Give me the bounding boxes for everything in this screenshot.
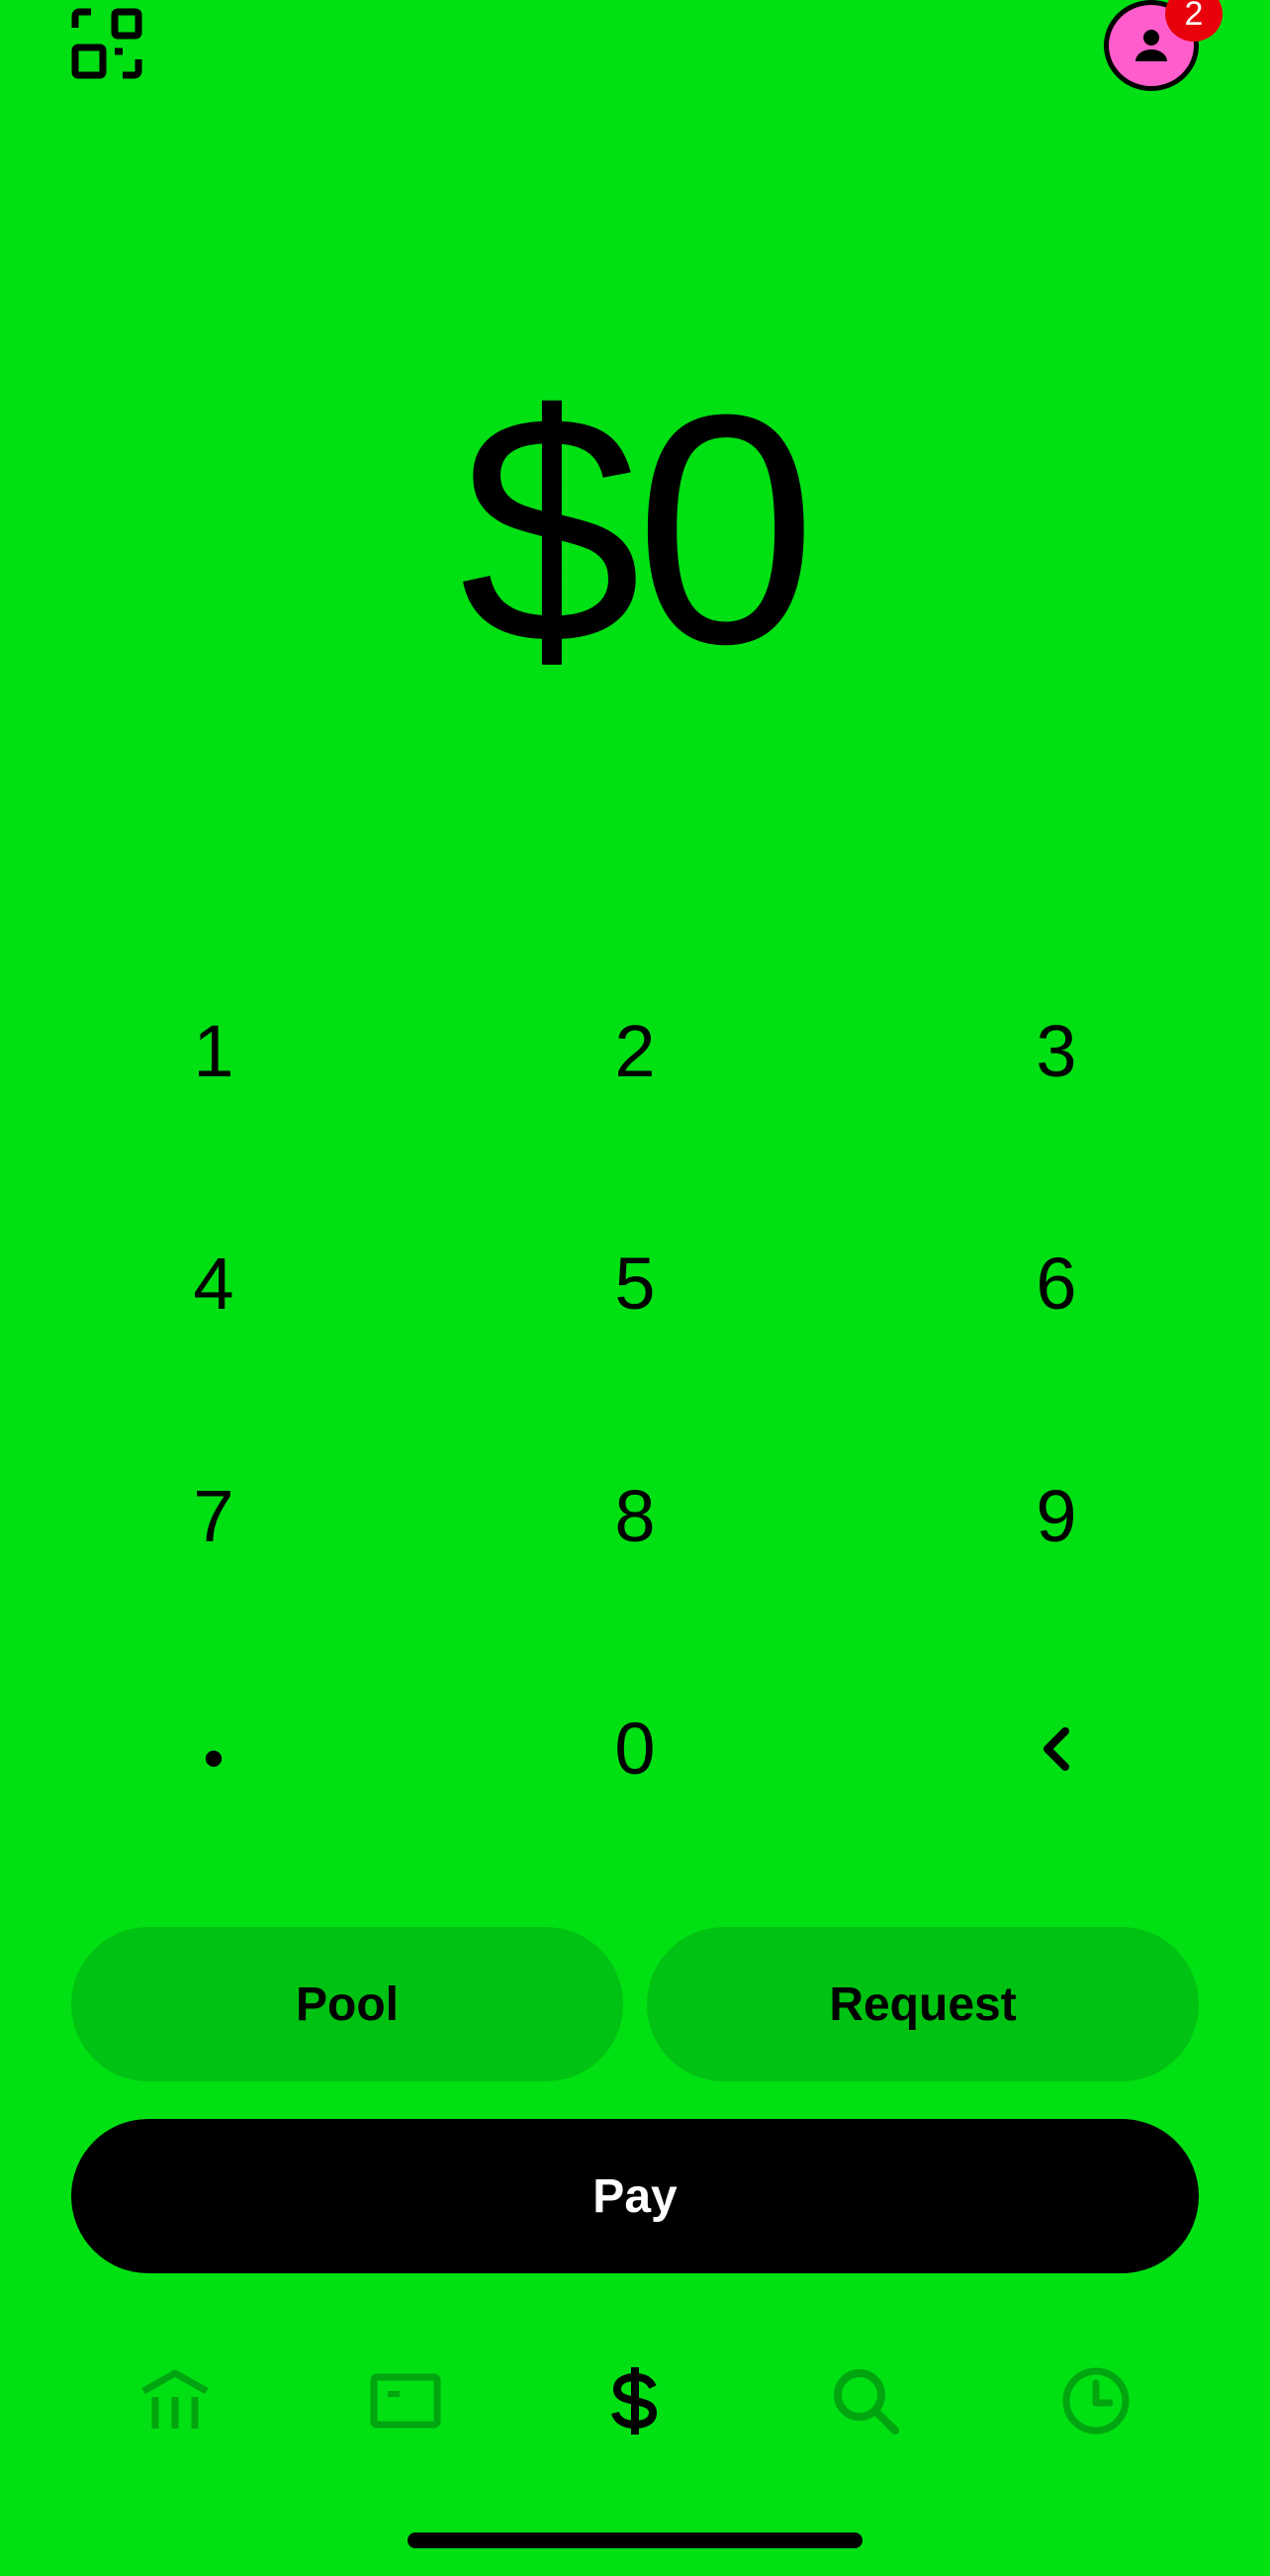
- bank-icon: [141, 2369, 209, 2429]
- key-9[interactable]: 9: [843, 1400, 1270, 1632]
- tab-money[interactable]: [590, 2356, 680, 2445]
- search-icon: [834, 2369, 899, 2435]
- tab-banking[interactable]: [131, 2356, 220, 2445]
- tab-card[interactable]: [361, 2356, 450, 2445]
- request-button[interactable]: Request: [647, 1927, 1199, 2081]
- key-backspace[interactable]: [843, 1632, 1270, 1865]
- key-2[interactable]: 2: [427, 935, 843, 1167]
- key-0[interactable]: 0: [427, 1632, 843, 1865]
- amount-display: $0: [459, 346, 816, 711]
- tab-search[interactable]: [821, 2356, 910, 2445]
- chevron-left-icon: [1043, 1726, 1069, 1771]
- tab-activity[interactable]: [1051, 2356, 1140, 2445]
- qr-scan-icon: [71, 8, 142, 79]
- key-decimal[interactable]: •: [0, 1632, 427, 1865]
- card-icon: [370, 2373, 441, 2429]
- home-indicator: [408, 2532, 862, 2548]
- keypad: 1 2 3 4 5 6 7 8 9 • 0: [0, 935, 1270, 1865]
- key-8[interactable]: 8: [427, 1400, 843, 1632]
- key-5[interactable]: 5: [427, 1167, 843, 1400]
- key-6[interactable]: 6: [843, 1167, 1270, 1400]
- pay-button[interactable]: Pay: [71, 2119, 1199, 2273]
- profile-button[interactable]: 2: [1104, 0, 1223, 91]
- key-1[interactable]: 1: [0, 935, 427, 1167]
- pool-button[interactable]: Pool: [71, 1927, 623, 2081]
- key-3[interactable]: 3: [843, 935, 1270, 1167]
- key-4[interactable]: 4: [0, 1167, 427, 1400]
- qr-scan-button[interactable]: [71, 8, 142, 79]
- bottom-tab-bar: [0, 2356, 1270, 2445]
- dollar-icon: [611, 2367, 658, 2435]
- person-icon: [1135, 30, 1167, 61]
- key-7[interactable]: 7: [0, 1400, 427, 1632]
- clock-icon: [1062, 2367, 1130, 2435]
